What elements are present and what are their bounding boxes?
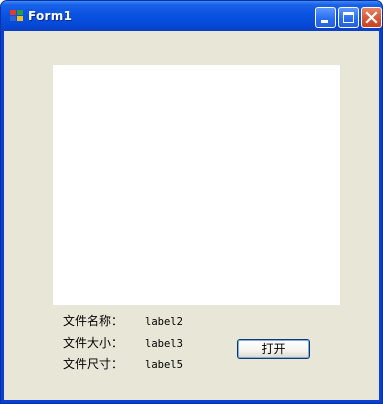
maximize-icon (343, 12, 354, 23)
picture-box (53, 65, 340, 305)
form-window: Form1 文件名称： label2 文件大小： label3 文件尺寸： la… (0, 0, 383, 404)
close-icon (365, 11, 378, 24)
minimize-icon (321, 20, 328, 23)
file-name-value: label2 (145, 316, 183, 328)
open-button[interactable]: 打开 (237, 339, 310, 359)
title-bar[interactable]: Form1 (1, 1, 382, 31)
window-title: Form1 (28, 9, 73, 23)
minimize-button[interactable] (315, 7, 336, 28)
close-button[interactable] (361, 7, 382, 28)
file-dimensions-value: label5 (145, 359, 183, 371)
file-size-value: label3 (145, 338, 183, 350)
file-size-caption: 文件大小： (63, 336, 124, 350)
form-app-icon[interactable] (10, 10, 24, 23)
form-client-area: 文件名称： label2 文件大小： label3 文件尺寸： label5 打… (4, 31, 379, 400)
maximize-button[interactable] (338, 7, 359, 28)
file-name-caption: 文件名称： (63, 314, 124, 328)
file-dimensions-caption: 文件尺寸： (63, 357, 124, 371)
